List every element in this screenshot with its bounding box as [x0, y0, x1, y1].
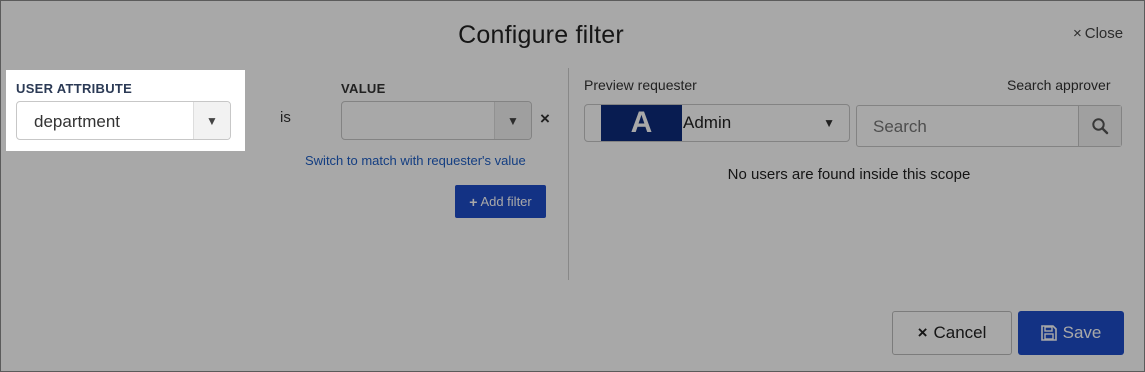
cancel-icon: × [917, 323, 928, 342]
empty-scope-message: No users are found inside this scope [727, 166, 971, 183]
add-filter-label: Add filter [480, 194, 532, 209]
user-attribute-value: department [34, 112, 120, 131]
search-approver-label: Search approver [1007, 77, 1111, 93]
chevron-down-icon: ▼ [823, 116, 835, 130]
cancel-button[interactable]: × Cancel [892, 311, 1012, 355]
cancel-label: Cancel [933, 323, 987, 342]
search-icon [1092, 118, 1109, 135]
save-label: Save [1062, 323, 1102, 342]
user-attribute-select[interactable]: department ▼ [16, 101, 231, 140]
operator-label: is [280, 109, 291, 126]
switch-to-requester-value-link[interactable]: Switch to match with requester's value [305, 153, 526, 168]
dropdown-arrow-icon: ▼ [494, 102, 531, 139]
close-icon: × [1073, 25, 1082, 42]
save-button[interactable]: Save [1018, 311, 1124, 355]
value-label: VALUE [341, 81, 386, 96]
search-approver-input[interactable]: Search [856, 105, 1122, 147]
avatar: A [601, 105, 682, 141]
user-attribute-highlight: USER ATTRIBUTE department ▼ [6, 70, 245, 151]
close-label: Close [1084, 25, 1124, 42]
search-placeholder: Search [873, 117, 927, 136]
requester-select[interactable]: A Admin ▼ [584, 104, 850, 142]
user-attribute-label: USER ATTRIBUTE [16, 81, 133, 96]
save-icon [1040, 325, 1057, 341]
search-button[interactable] [1078, 106, 1121, 146]
preview-requester-label: Preview requester [584, 77, 697, 93]
requester-name: Admin [683, 113, 732, 132]
column-divider [568, 68, 569, 280]
close-button[interactable]: × Close [1073, 25, 1123, 42]
add-filter-button[interactable]: + Add filter [455, 185, 546, 218]
configure-filter-dialog: Configure filter × Close is VALUE ▼ × Swi… [0, 0, 1145, 372]
remove-filter-icon[interactable]: × [540, 109, 550, 129]
value-select[interactable]: ▼ [341, 101, 532, 140]
dropdown-arrow-icon: ▼ [193, 102, 230, 139]
dialog-title: Configure filter [458, 21, 624, 49]
plus-icon: + [469, 193, 478, 210]
